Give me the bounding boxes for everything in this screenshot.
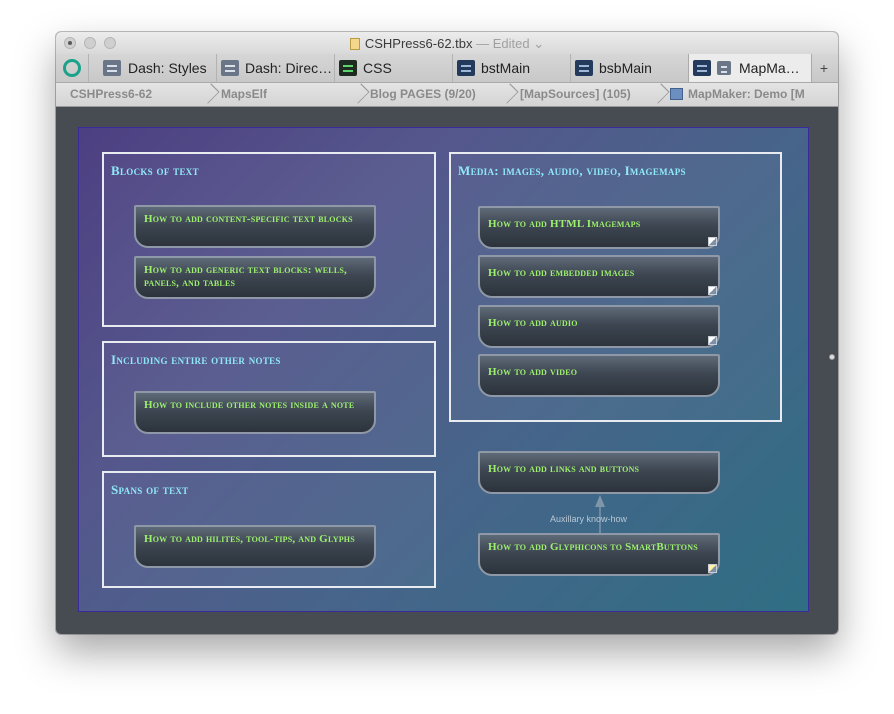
note-include-other-notes[interactable]: How to include other notes inside a note xyxy=(134,391,376,434)
note-hilites-tooltips-glyphs[interactable]: How to add hilites, tool-tips, and Glyph… xyxy=(134,525,376,568)
note-icon xyxy=(103,60,121,76)
window-resize-handle[interactable] xyxy=(829,354,835,360)
note-title: How to add embedded images xyxy=(488,267,635,279)
note-title: How to add hilites, tool-tips, and Glyph… xyxy=(144,533,355,545)
tab-label: CSS xyxy=(363,60,392,76)
title-bar: CSHPress6-62.tbx — Edited ⌄ xyxy=(56,32,838,54)
breadcrumb-separator xyxy=(656,83,666,106)
breadcrumb-separator xyxy=(505,83,515,106)
note-links-and-buttons[interactable]: How to add links and buttons xyxy=(478,451,720,494)
note-audio[interactable]: How to add audio xyxy=(478,305,720,348)
note-embedded-images[interactable]: How to add embedded images xyxy=(478,255,720,298)
tab-mapmaker[interactable]: MapMa… xyxy=(688,54,812,82)
alias-badge-icon xyxy=(708,564,717,573)
tab-dash-styles[interactable]: Dash: Styles xyxy=(88,54,216,82)
window-title-text: CSHPress6-62.tbx xyxy=(364,36,473,51)
alias-badge-icon xyxy=(708,237,717,246)
tab-label: bstMain xyxy=(481,60,531,76)
alias-badge-icon xyxy=(708,286,717,295)
edited-status[interactable]: — Edited xyxy=(476,36,529,51)
breadcrumb-item[interactable]: CSHPress6-62 xyxy=(70,83,200,106)
document-icon xyxy=(349,38,360,50)
note-title: How to add links and buttons xyxy=(488,463,640,475)
alias-badge-icon xyxy=(708,336,717,345)
link-arrow-icon xyxy=(595,495,605,507)
breadcrumb-label: MapMaker: Demo [M xyxy=(688,87,805,101)
container-title: Including entire other notes xyxy=(111,352,281,367)
note-icon xyxy=(693,60,711,76)
note-title: How to add generic text blocks: wells, p… xyxy=(144,264,347,289)
chevron-down-icon[interactable]: ⌄ xyxy=(530,36,544,51)
tab-label: MapMa… xyxy=(739,60,800,76)
breadcrumb: CSHPress6-62 MapsElf Blog PAGES (9/20) [… xyxy=(56,83,838,107)
note-title: How to add content-specific text blocks xyxy=(144,213,353,225)
tab-bar: Dash: Styles Dash: Direc… CSS bstMain bs… xyxy=(56,54,838,83)
tab-bsbmain[interactable]: bsbMain xyxy=(570,54,688,82)
note-title: How to add HTML Imagemaps xyxy=(488,218,641,230)
tab-bstmain[interactable]: bstMain xyxy=(452,54,570,82)
note-glyphicons-smartbuttons[interactable]: How to add Glyphicons to SmartButtons xyxy=(478,533,720,576)
breadcrumb-separator xyxy=(206,83,216,106)
breadcrumb-item[interactable]: Blog PAGES (9/20) xyxy=(370,83,510,106)
breadcrumb-separator xyxy=(356,83,366,106)
map-icon xyxy=(670,88,683,100)
note-video[interactable]: How to add video xyxy=(478,354,720,397)
tab-label: Dash: Styles xyxy=(128,60,207,76)
tab-label: Dash: Direc… xyxy=(245,60,333,76)
link-label[interactable]: Auxillary know-how xyxy=(550,514,627,524)
note-icon xyxy=(575,60,593,76)
tab-css[interactable]: CSS xyxy=(334,54,452,82)
note-title: How to add audio xyxy=(488,317,578,329)
note-title: How to add video xyxy=(488,366,578,378)
tab-label: bsbMain xyxy=(599,60,652,76)
container-title: Spans of text xyxy=(111,482,189,497)
note-title: How to include other notes inside a note xyxy=(144,399,355,411)
tab-dash-directory[interactable]: Dash: Direc… xyxy=(216,54,334,82)
new-tab-button[interactable]: + xyxy=(820,54,828,82)
note-title: How to add Glyphicons to SmartButtons xyxy=(488,541,698,553)
breadcrumb-item[interactable]: MapsElf xyxy=(221,83,351,106)
container-title: Blocks of text xyxy=(111,163,199,178)
note-generic-text-blocks[interactable]: How to add generic text blocks: wells, p… xyxy=(134,256,376,299)
note-content-specific-text-blocks[interactable]: How to add content-specific text blocks xyxy=(134,205,376,248)
breadcrumb-item[interactable]: [MapSources] (105) xyxy=(520,83,660,106)
breadcrumb-item-current[interactable]: MapMaker: Demo [M xyxy=(670,83,820,106)
note-icon xyxy=(457,60,475,76)
container-title: Media: images, audio, video, Imagemaps xyxy=(458,163,686,178)
tab-overview-circle-icon[interactable] xyxy=(63,59,81,77)
note-icon xyxy=(221,60,239,76)
note-html-imagemaps[interactable]: How to add HTML Imagemaps xyxy=(478,206,720,249)
map-icon xyxy=(717,61,731,75)
window-title: CSHPress6-62.tbx — Edited ⌄ xyxy=(56,36,838,52)
note-icon xyxy=(339,60,357,76)
